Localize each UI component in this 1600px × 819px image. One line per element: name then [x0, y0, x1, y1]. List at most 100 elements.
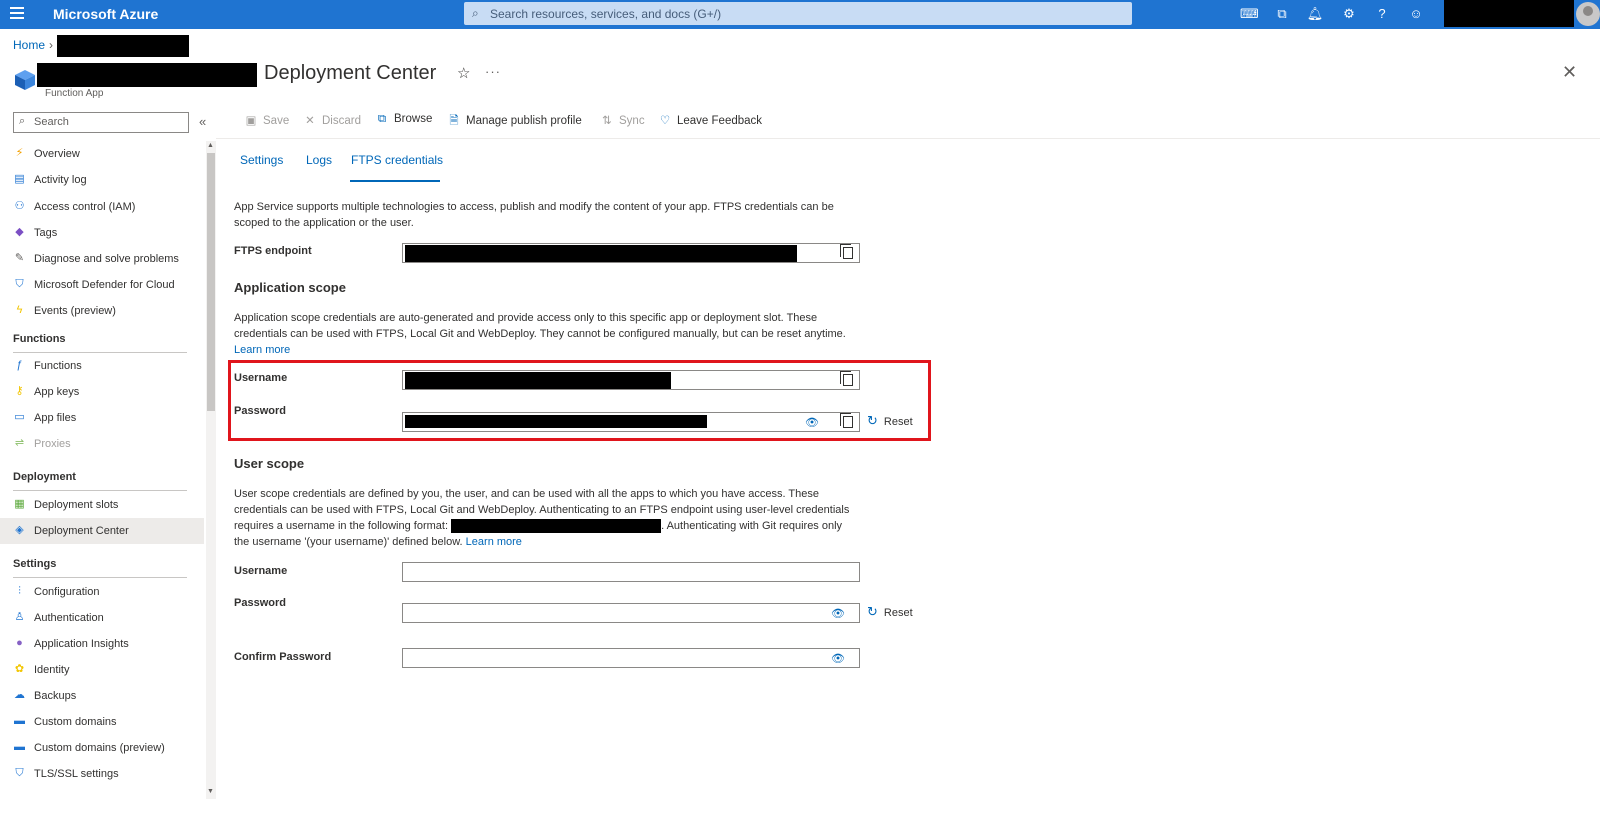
wrench-icon: ✎	[14, 252, 25, 264]
chevron-right-icon: ›	[49, 38, 54, 52]
user-password-field[interactable]: 👁︎	[402, 603, 860, 623]
page-title: Deployment Center	[264, 62, 437, 84]
application-scope-description: Application scope credentials are auto-g…	[234, 312, 846, 356]
cloud-shell-icon[interactable]: ⌨	[1240, 5, 1259, 23]
scroll-up-icon[interactable]: ▲	[207, 142, 214, 149]
ftps-endpoint-label: FTPS endpoint	[234, 245, 312, 257]
nav-section-settings: Settings	[13, 558, 57, 570]
copy-icon[interactable]	[840, 413, 853, 428]
copy-icon[interactable]	[840, 371, 853, 386]
sidebar-item-configuration[interactable]: ⫶ Configuration	[0, 579, 204, 605]
sidebar-item-functions[interactable]: ƒ Functions	[0, 353, 204, 379]
eye-icon[interactable]: 👁︎	[831, 607, 845, 620]
user-reset-button[interactable]: ↻ Reset	[867, 604, 913, 620]
gear-icon[interactable]: ⚙	[1340, 5, 1358, 23]
global-search-input[interactable]: ⌕ Search resources, services, and docs (…	[464, 2, 1132, 25]
manage-publish-profile-button[interactable]: 🗎︎ Manage publish profile	[447, 113, 581, 132]
azure-brand[interactable]: Microsoft Azure	[53, 6, 158, 22]
ftps-endpoint-field[interactable]	[402, 243, 860, 263]
confirm-password-label: Confirm Password	[234, 651, 332, 663]
app-password-field[interactable]: 👁︎	[402, 412, 860, 432]
sidebar-item-defender[interactable]: ⛉ Microsoft Defender for Cloud	[0, 272, 204, 298]
resource-type: Function App	[45, 88, 104, 99]
leave-feedback-button[interactable]: ♡ Leave Feedback	[658, 113, 762, 127]
user-username-field[interactable]	[402, 562, 860, 582]
sidebar-search-input[interactable]: ⌕ Search	[13, 112, 189, 133]
shield-icon: ⛉	[15, 278, 24, 290]
sidebar-item-deployment-center[interactable]: ◈ Deployment Center	[0, 518, 204, 544]
sidebar-item-iam[interactable]: ⚇ Access control (IAM)	[0, 194, 204, 220]
browse-button[interactable]: ⧉ Browse	[375, 113, 432, 126]
app-password-label: Password	[234, 405, 286, 417]
people-icon: ⚇	[14, 200, 25, 212]
sidebar-item-identity[interactable]: ✿ Identity	[0, 657, 204, 683]
sidebar-item-tls-ssl[interactable]: ⛉ TLS/SSL settings	[0, 761, 204, 787]
sidebar-item-activity-log[interactable]: ▤ Activity log	[0, 167, 204, 193]
eye-icon[interactable]: 👁︎	[831, 652, 845, 665]
confirm-password-field[interactable]: 👁︎	[402, 648, 860, 668]
sliders-icon: ⫶	[18, 585, 21, 597]
app-username-field[interactable]	[402, 370, 860, 390]
collapse-sidebar-icon[interactable]: «	[199, 114, 206, 129]
sidebar-search-placeholder: Search	[34, 116, 69, 128]
app-username-label: Username	[234, 372, 288, 384]
sidebar-item-deployment-slots[interactable]: ▦ Deployment slots	[0, 492, 204, 518]
eye-icon[interactable]: 👁︎	[805, 416, 819, 429]
user-scope-description: User scope credentials are defined by yo…	[234, 488, 850, 548]
avatar[interactable]	[1576, 2, 1600, 26]
tag-icon: ◆	[15, 226, 24, 238]
identity-icon: ✿	[14, 663, 25, 675]
resource-name-redacted	[37, 63, 257, 87]
sidebar-item-authentication[interactable]: ♙ Authentication	[0, 605, 204, 631]
search-icon: ⌕	[472, 6, 479, 20]
copy-icon[interactable]	[840, 244, 853, 259]
help-icon[interactable]: ?	[1373, 5, 1391, 23]
nav-section-deployment: Deployment	[13, 471, 76, 483]
sidebar-item-backups[interactable]: ☁ Backups	[0, 683, 204, 709]
username-redacted	[405, 372, 671, 389]
search-icon: ⌕	[19, 115, 26, 127]
directory-filter-icon[interactable]: ⧉	[1273, 5, 1291, 23]
sidebar-item-custom-domains[interactable]: ▬ Custom domains	[0, 709, 204, 735]
person-icon: ♙	[14, 611, 25, 623]
sidebar-item-custom-domains-preview[interactable]: ▬ Custom domains (preview)	[0, 735, 204, 761]
learn-more-link[interactable]: Learn more	[234, 344, 290, 356]
sidebar-item-diagnose[interactable]: ✎ Diagnose and solve problems	[0, 246, 204, 272]
learn-more-link[interactable]: Learn more	[466, 536, 522, 548]
star-icon[interactable]: ☆	[457, 64, 470, 82]
close-icon[interactable]: ✕	[1562, 62, 1577, 83]
tab-logs[interactable]: Logs	[306, 153, 332, 167]
tab-ftps-credentials[interactable]: FTPS credentials	[351, 153, 443, 167]
user-password-label: Password	[234, 597, 286, 609]
tab-settings[interactable]: Settings	[240, 153, 283, 167]
user-username-label: Username	[234, 565, 288, 577]
sidebar-item-app-keys[interactable]: ⚷ App keys	[0, 379, 204, 405]
scrollbar-thumb[interactable]	[207, 153, 215, 411]
bell-icon[interactable]: 🔔︎	[1306, 5, 1324, 23]
nav-section-functions: Functions	[13, 333, 66, 345]
feedback-icon[interactable]: ☺	[1407, 5, 1425, 23]
save-button[interactable]: ▣ Save	[244, 113, 290, 127]
sidebar-item-app-files[interactable]: ▭ App files	[0, 405, 204, 431]
key-icon: ⚷	[15, 385, 24, 397]
bolt-icon: ϟ	[16, 304, 23, 316]
sidebar-scrollbar[interactable]: ▲ ▼	[206, 141, 216, 799]
ftps-intro: App Service supports multiple technologi…	[234, 201, 834, 229]
username-format-redacted	[451, 519, 662, 534]
sidebar-item-events[interactable]: ϟ Events (preview)	[0, 298, 204, 324]
bulb-icon: ●	[16, 637, 23, 649]
sync-button[interactable]: ⇅ Sync	[600, 113, 644, 127]
sidebar-item-app-insights[interactable]: ● Application Insights	[0, 631, 204, 657]
shield-icon: ⛉	[15, 767, 24, 779]
breadcrumb-home[interactable]: Home	[13, 38, 45, 52]
discard-button[interactable]: ✕ Discard	[303, 113, 361, 127]
command-bar-divider	[216, 138, 1600, 139]
app-reset-button[interactable]: ↻ Reset	[867, 413, 913, 429]
scroll-down-icon[interactable]: ▼	[207, 788, 214, 795]
hamburger-menu-icon[interactable]	[10, 7, 24, 19]
sidebar-item-tags[interactable]: ◆ Tags	[0, 220, 204, 246]
more-icon[interactable]: ···	[485, 64, 501, 79]
sidebar-item-overview[interactable]: ⚡ Overview	[0, 141, 204, 167]
sidebar-item-proxies[interactable]: ⇌ Proxies	[0, 431, 204, 457]
account-redacted[interactable]	[1444, 0, 1574, 27]
